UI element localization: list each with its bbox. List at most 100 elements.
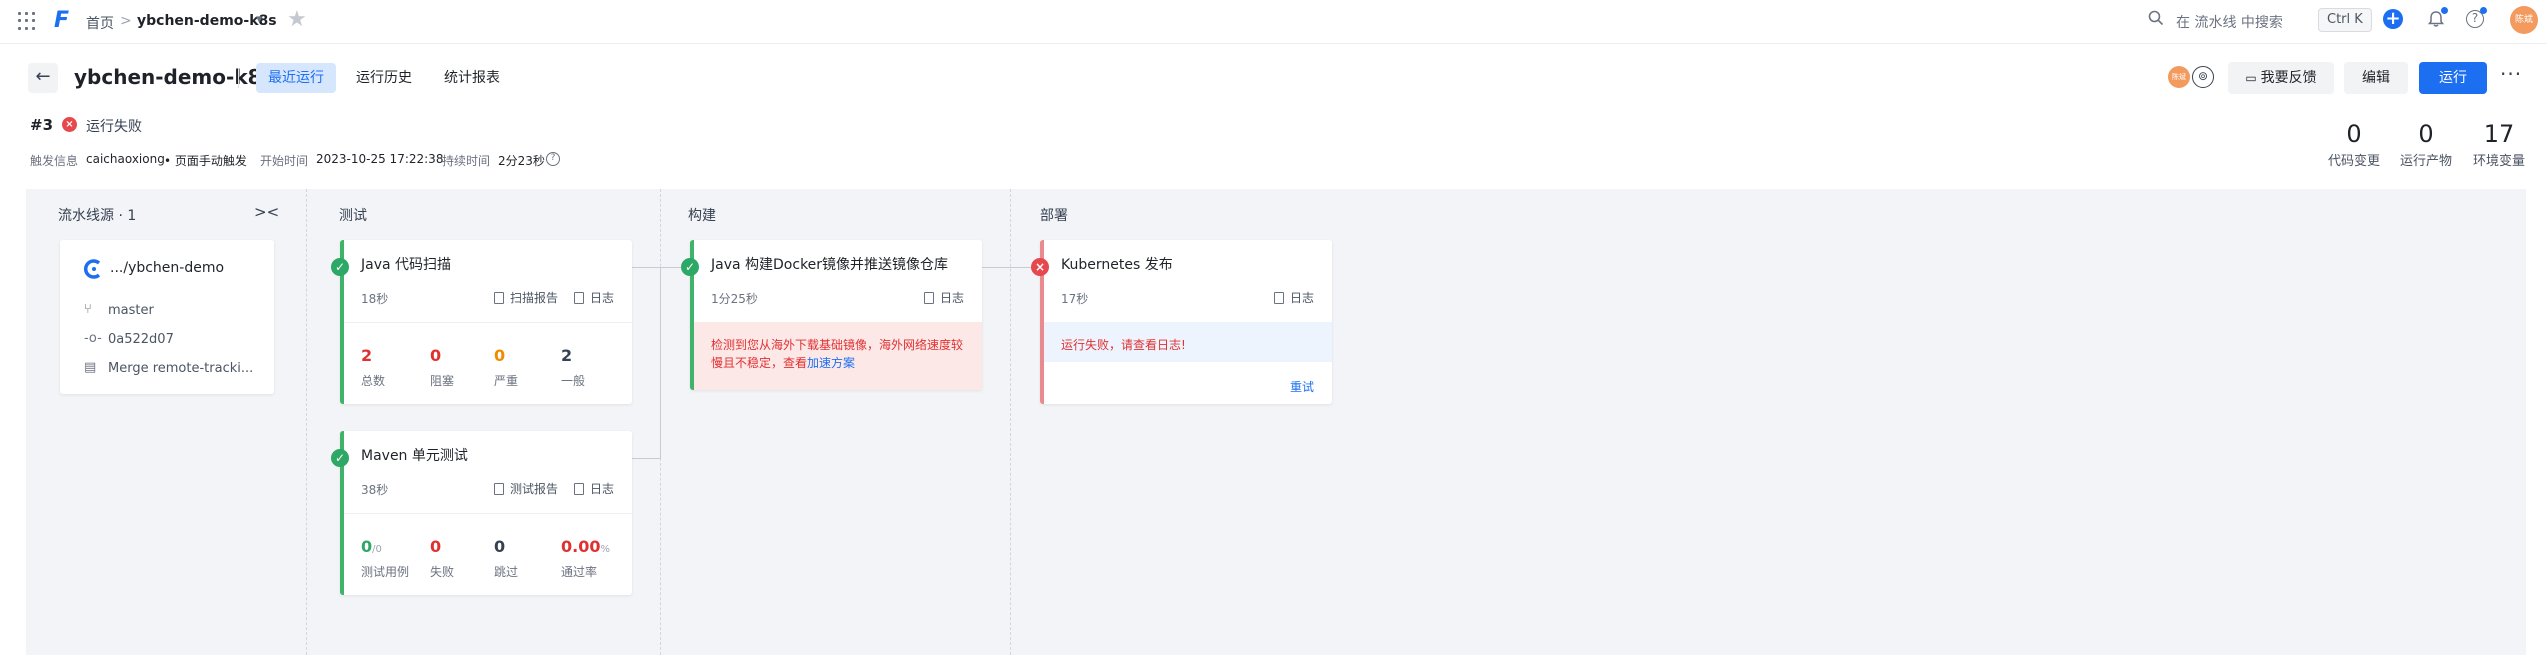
divider <box>238 68 239 88</box>
chat-icon: ▭ <box>2245 71 2257 85</box>
log-label: 日志 <box>590 482 615 496</box>
log-link[interactable]: 日志 <box>924 289 964 306</box>
git-icon[interactable]: ⊚ <box>2192 66 2214 88</box>
stat-env-vars-value[interactable]: 17 <box>2479 120 2519 148</box>
user-avatar[interactable]: 陈斌 <box>2510 6 2538 34</box>
metric-total-label: 总数 <box>361 374 386 388</box>
log-link[interactable]: 日志 <box>1274 289 1314 306</box>
logo-icon[interactable]: F <box>54 8 69 33</box>
scan-report-label: 扫描报告 <box>510 291 559 305</box>
metric-test-cases-value: 0/0 <box>361 537 382 556</box>
branch-icon: ⑂ <box>84 302 92 317</box>
job-card-java-scan[interactable]: ✓ Java 代码扫描 18秒 扫描报告 日志 2 总数 0 阻塞 0 严重 2… <box>331 240 632 404</box>
help-badge <box>2480 7 2487 14</box>
repo-name: .../ybchen-demo <box>110 260 225 276</box>
breadcrumb-separator: > <box>120 13 132 29</box>
job-title: Java 代码扫描 <box>361 257 452 273</box>
metric-failed-value: 0 <box>430 537 442 556</box>
stage-title-build: 构建 <box>688 208 716 224</box>
commit-message: Merge remote-tracki... <box>108 361 254 376</box>
metric-pass-rate-label: 通过率 <box>561 565 598 579</box>
log-link[interactable]: 日志 <box>574 289 614 306</box>
metric-critical-value: 0 <box>494 346 506 365</box>
job-duration: 1分25秒 <box>711 292 758 306</box>
branch-name: master <box>108 303 154 318</box>
job-card-docker-build[interactable]: ✓ Java 构建Docker镜像并推送镜像仓库 1分25秒 日志 检测到您从海… <box>681 240 982 390</box>
connector-line <box>632 458 661 459</box>
edit-button[interactable]: 编辑 <box>2344 62 2408 94</box>
log-label: 日志 <box>940 291 965 305</box>
feedback-button[interactable]: ▭ 我要反馈 <box>2228 62 2334 94</box>
job-title: Kubernetes 发布 <box>1061 257 1173 273</box>
tab-statistics[interactable]: 统计报表 <box>432 63 512 93</box>
job-title: Java 构建Docker镜像并推送镜像仓库 <box>711 257 949 273</box>
job-card-maven-test[interactable]: ✓ Maven 单元测试 38秒 测试报告 日志 0/0 测试用例 0 失败 0… <box>331 431 632 595</box>
job-title: Maven 单元测试 <box>361 448 468 464</box>
stat-code-changes-label: 代码变更 <box>2327 154 2380 169</box>
log-icon <box>574 483 584 495</box>
avatar[interactable]: 陈斌 <box>2168 66 2190 88</box>
breadcrumb-home[interactable]: 首页 <box>86 13 114 33</box>
job-duration: 18秒 <box>361 292 389 306</box>
notification-badge <box>2441 7 2448 14</box>
tab-recent-runs[interactable]: 最近运行 <box>256 63 336 93</box>
log-icon <box>574 292 584 304</box>
retry-button[interactable]: 重试 <box>1290 378 1314 395</box>
test-report-label: 测试报告 <box>510 482 559 496</box>
metric-failed-label: 失败 <box>430 565 455 579</box>
trigger-key: 触发信息 <box>30 154 79 168</box>
metric-total-value: 2 <box>361 346 373 365</box>
start-time: 2023-10-25 17:22:38 <box>316 152 444 166</box>
run-button[interactable]: 运行 <box>2419 62 2487 94</box>
divider <box>344 322 632 323</box>
report-icon <box>494 483 504 495</box>
metric-blocker-value: 0 <box>430 346 442 365</box>
scan-report-link[interactable]: 扫描报告 <box>494 289 558 306</box>
test-report-link[interactable]: 测试报告 <box>494 480 558 497</box>
stat-code-changes-value[interactable]: 0 <box>2334 120 2374 148</box>
stage-divider <box>306 189 307 655</box>
duration: 2分23秒 <box>498 154 545 168</box>
success-icon: ✓ <box>331 449 349 467</box>
search-input[interactable]: 在 流水线 中搜索 <box>2176 12 2283 32</box>
duration-key: 持续时间 <box>442 154 491 168</box>
log-link[interactable]: 日志 <box>574 480 614 497</box>
fail-icon: × <box>1031 258 1049 276</box>
app-grid-icon[interactable] <box>18 12 36 30</box>
log-icon <box>924 292 934 304</box>
metric-blocker-label: 阻塞 <box>430 374 455 388</box>
stage-title-deploy: 部署 <box>1040 208 1068 224</box>
metric-skipped-label: 跳过 <box>494 565 519 579</box>
commit-icon: -o- <box>84 331 102 346</box>
stat-artifacts-value[interactable]: 0 <box>2406 120 2446 148</box>
divider <box>344 513 632 514</box>
metric-skipped-value: 0 <box>494 537 506 556</box>
acceleration-link[interactable]: 加速方案 <box>807 356 855 370</box>
stage-title-test: 测试 <box>339 208 367 224</box>
page-title: ybchen-demo-k8s <box>74 65 274 89</box>
stage-divider <box>1010 189 1011 655</box>
log-icon <box>1274 292 1284 304</box>
chevron-down-icon[interactable]: ▾ <box>256 12 263 27</box>
log-label: 日志 <box>1290 291 1315 305</box>
collapse-icon[interactable]: >< <box>254 203 279 221</box>
trigger-user: caichaoxiong <box>86 152 165 166</box>
clock-icon[interactable]: ? <box>546 152 560 166</box>
run-status: 运行失败 <box>86 119 142 135</box>
metric-test-cases-number: 0 <box>361 537 373 556</box>
log-label: 日志 <box>590 291 615 305</box>
back-button[interactable]: ← <box>28 63 58 93</box>
add-button[interactable]: + <box>2383 9 2403 29</box>
search-icon[interactable] <box>2148 10 2164 26</box>
mirror-warning: 检测到您从海外下载基础镜像，海外网络速度较慢且不稳定，查看加速方案 <box>694 322 982 390</box>
stat-artifacts-label: 运行产物 <box>2399 154 2452 169</box>
metric-test-cases-label: 测试用例 <box>361 565 410 579</box>
error-message[interactable]: 运行失败，请查看日志! <box>1044 322 1332 362</box>
star-icon[interactable]: ★ <box>287 7 307 32</box>
feedback-label: 我要反馈 <box>2260 70 2317 86</box>
more-icon[interactable]: ··· <box>2500 62 2522 86</box>
job-card-k8s-deploy[interactable]: × Kubernetes 发布 17秒 日志 运行失败，请查看日志! 重试 <box>1031 240 1332 404</box>
metric-pass-rate-number: 0.00 <box>561 537 601 556</box>
tab-run-history[interactable]: 运行历史 <box>344 63 424 93</box>
source-card[interactable]: .../ybchen-demo ⑂ master -o- 0a522d07 ▤ … <box>60 240 274 394</box>
